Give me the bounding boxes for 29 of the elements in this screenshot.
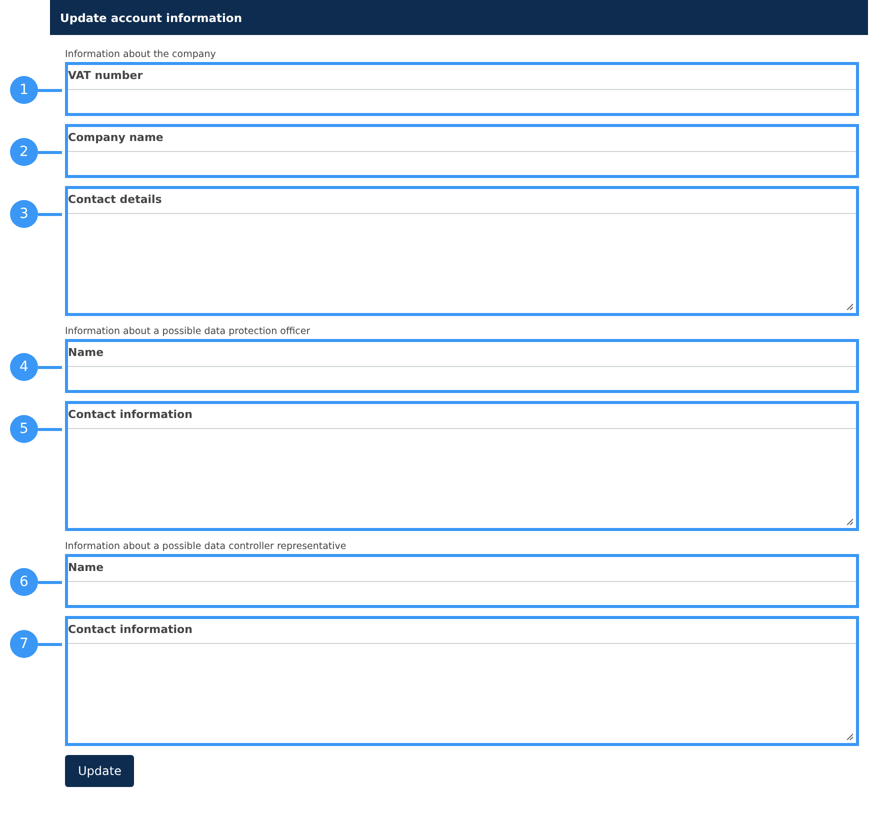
resize-grip-icon[interactable]	[846, 303, 853, 310]
callout-badge: 6	[10, 568, 38, 596]
field-label: Contact information	[68, 407, 194, 423]
page-header: Update account information	[50, 0, 868, 35]
update-button[interactable]: Update	[65, 755, 134, 787]
leader-line	[38, 88, 62, 92]
callout-badge: 3	[10, 200, 38, 228]
callout-badge: 2	[10, 138, 38, 166]
section-heading: Information about a possible data protection officer	[65, 325, 312, 339]
section-heading: Information about the company	[65, 48, 217, 62]
callout-badge: 7	[10, 630, 38, 658]
field-label: Contact information	[68, 622, 194, 638]
leader-line	[38, 212, 62, 216]
leader-line	[38, 642, 62, 646]
callout-badge: 5	[10, 415, 38, 443]
resize-grip-icon[interactable]	[846, 733, 853, 740]
leader-line	[38, 580, 62, 584]
field-label: Name	[68, 345, 105, 361]
leader-line	[38, 150, 62, 154]
resize-grip-icon[interactable]	[846, 518, 853, 525]
leader-line	[38, 366, 62, 368]
section-heading: Information about a possible data controller representative	[65, 540, 348, 554]
leader-line	[38, 428, 62, 430]
field-label: Company name	[68, 130, 164, 146]
field-label: Contact details	[68, 192, 163, 208]
field-label: VAT number	[68, 68, 144, 84]
field-label: Name	[68, 560, 105, 576]
callout-badge: 4	[10, 353, 38, 381]
callout-badge: 1	[10, 76, 38, 104]
